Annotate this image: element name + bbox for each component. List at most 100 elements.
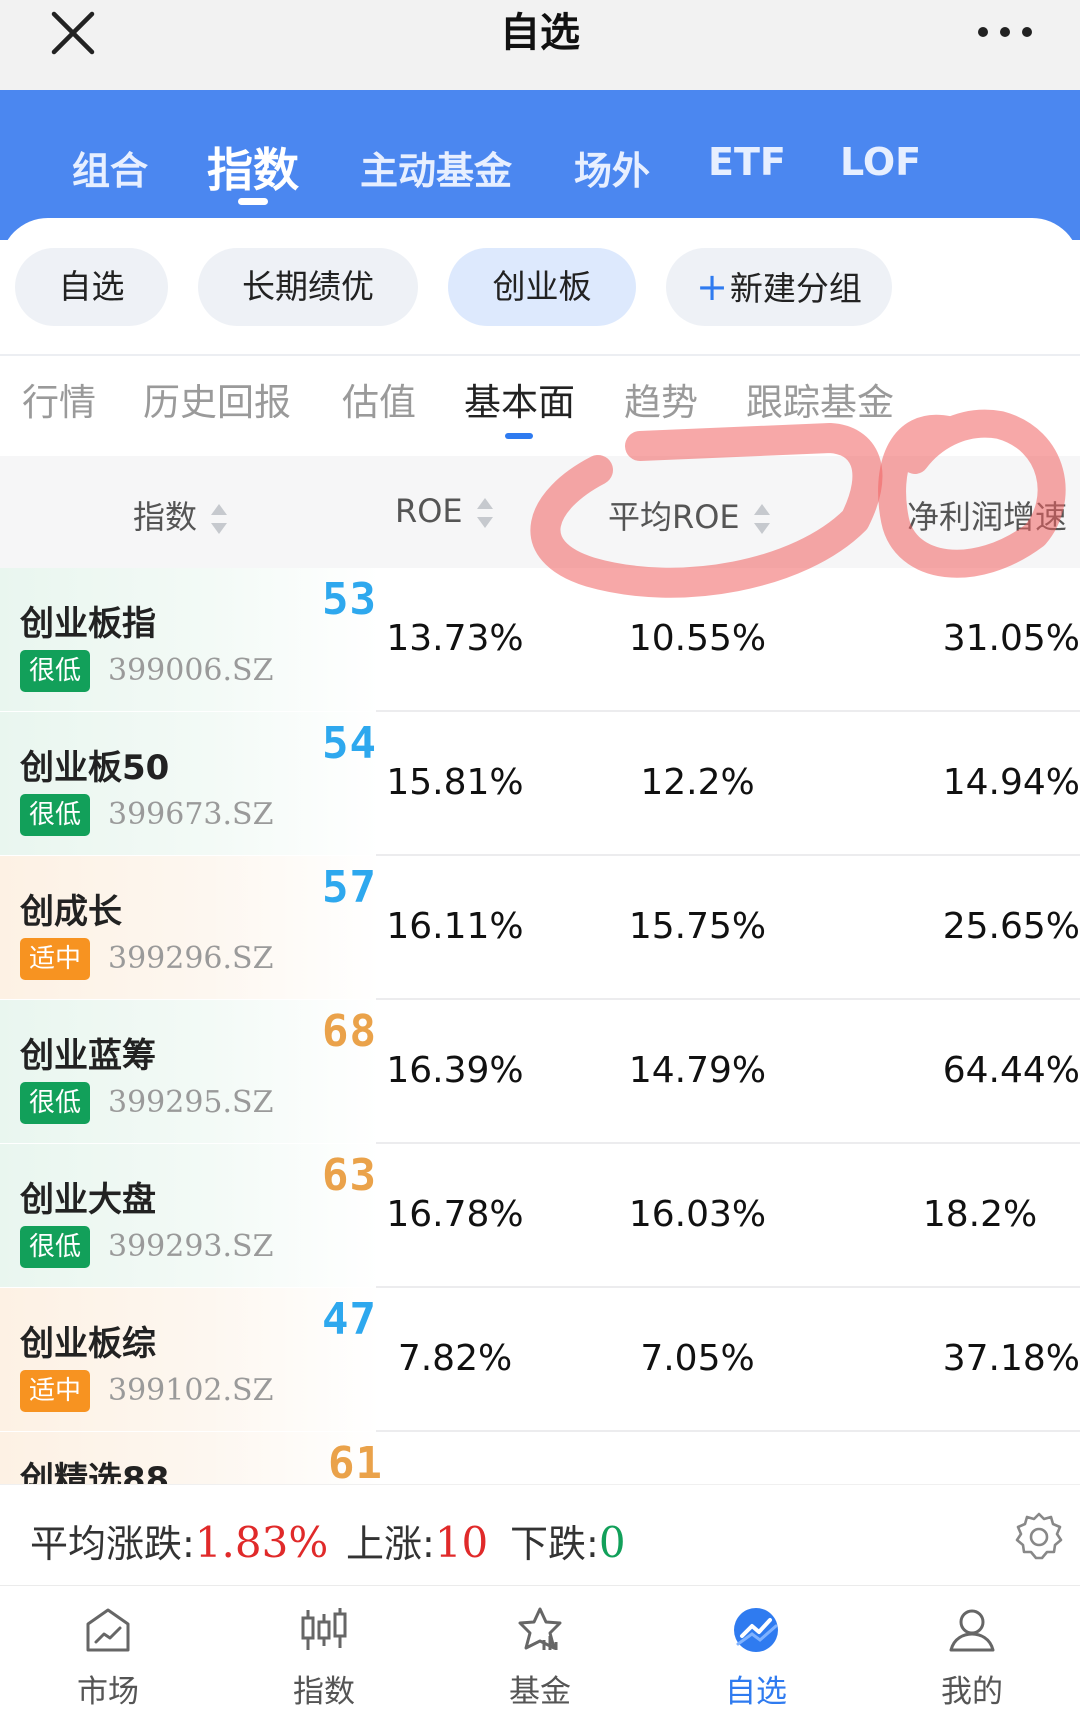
- tab-etf[interactable]: ETF: [708, 140, 786, 184]
- valuation-badge: 适中: [20, 938, 90, 980]
- nav-label: 自选: [725, 1674, 787, 1710]
- table-row[interactable]: 创业板综 适中 399102.SZ 47 7.82% 7.05% 37.18%: [0, 1288, 1080, 1432]
- roe-value: 16.11%: [386, 906, 524, 947]
- valuation-badge: 很低: [20, 650, 90, 692]
- subtab-valuation[interactable]: 估值: [342, 372, 416, 426]
- down-count-label: 下跌:: [510, 1522, 599, 1566]
- net-profit-growth-value: 14.94%: [942, 762, 1080, 803]
- down-count: 下跌:0: [510, 1513, 626, 1568]
- tab-index[interactable]: 指数: [207, 134, 299, 200]
- nav-index[interactable]: 指数: [216, 1586, 432, 1714]
- valuation-badge: 适中: [20, 1370, 90, 1412]
- score: 63: [322, 1150, 377, 1201]
- index-code: 399296.SZ: [108, 941, 274, 976]
- net-profit-growth-value: 31.05%: [942, 618, 1080, 659]
- group-chip-long-term[interactable]: 长期绩优: [198, 248, 418, 326]
- subtab-history-return[interactable]: 历史回报: [143, 372, 291, 426]
- net-profit-growth-value: 64.44%: [942, 1050, 1080, 1091]
- score: 57: [322, 862, 377, 913]
- net-profit-growth-value: 18.2%: [922, 1194, 1038, 1235]
- score: 68: [322, 1006, 377, 1057]
- nav-label: 我的: [941, 1674, 1003, 1710]
- avg-roe-value: 14.79%: [628, 1050, 767, 1091]
- nav-market[interactable]: 市场: [0, 1586, 216, 1714]
- net-profit-growth-value: 37.18%: [942, 1338, 1080, 1379]
- subtab-fundamentals[interactable]: 基本面: [464, 372, 575, 426]
- net-profit-growth-value: 25.65%: [942, 906, 1080, 947]
- index-code: 399293.SZ: [108, 1229, 274, 1264]
- score: 54: [322, 718, 377, 769]
- avg-roe-value: 7.05%: [640, 1338, 755, 1379]
- group-chip-chinext[interactable]: 创业板: [448, 248, 636, 326]
- column-header-roe[interactable]: ROE: [395, 492, 493, 530]
- index-name: 创业板综: [20, 1324, 156, 1364]
- content-card: 自选 长期绩优 创业板 +新建分组 行情 历史回报 估值 基本面 趋势 跟踪基金…: [0, 218, 1080, 1498]
- sort-icon: [753, 504, 770, 534]
- active-tab-indicator: [238, 198, 268, 205]
- roe-value: 15.81%: [386, 762, 524, 803]
- sort-icon: [476, 498, 493, 528]
- watchlist-icon: [734, 1608, 778, 1652]
- title-bar: 自选: [0, 0, 1080, 90]
- subtab-tracking-funds[interactable]: 跟踪基金: [746, 372, 894, 426]
- table-header: 指数 ROE 平均ROE 净利润增速: [0, 456, 1080, 568]
- group-chip-label: 创业板: [492, 267, 592, 306]
- nav-mine[interactable]: 我的: [864, 1586, 1080, 1714]
- market-icon: [86, 1608, 130, 1652]
- tab-active-fund[interactable]: 主动基金: [360, 140, 512, 195]
- roe-value: 7.82%: [397, 1338, 513, 1379]
- sort-icon: [211, 504, 228, 534]
- nav-fund[interactable]: 基金: [432, 1586, 648, 1714]
- nav-label: 市场: [77, 1674, 139, 1710]
- index-code: 399295.SZ: [108, 1085, 274, 1120]
- tab-lof[interactable]: LOF: [840, 140, 921, 184]
- avg-change-label: 平均涨跌:: [30, 1522, 195, 1566]
- index-name: 创业大盘: [20, 1180, 156, 1220]
- avg-roe-value: 10.55%: [628, 618, 767, 659]
- gear-icon[interactable]: [1014, 1511, 1064, 1561]
- table-row[interactable]: 创成长 适中 399296.SZ 57 16.11% 15.75% 25.65%: [0, 856, 1080, 1000]
- divider: [0, 354, 1080, 356]
- roe-value: 16.78%: [386, 1194, 524, 1235]
- index-code: 399673.SZ: [108, 797, 274, 832]
- table-row[interactable]: 创业大盘 很低 399293.SZ 63 16.78% 16.03% 18.2%: [0, 1144, 1080, 1288]
- up-count-value: 10: [434, 1518, 489, 1567]
- avg-roe-value: 15.75%: [628, 906, 767, 947]
- score: 61: [328, 1438, 383, 1484]
- index-code: 399006.SZ: [108, 653, 274, 688]
- table-row[interactable]: 创业蓝筹 很低 399295.SZ 68 16.39% 14.79% 64.44…: [0, 1000, 1080, 1144]
- tab-portfolio[interactable]: 组合: [72, 140, 148, 195]
- new-group-button[interactable]: +新建分组: [666, 248, 892, 326]
- table-row[interactable]: 创业板指 很低 399006.SZ 53 13.73% 10.55% 31.05…: [0, 568, 1080, 712]
- index-name: 创精选88: [20, 1460, 170, 1484]
- group-chip-label: 长期绩优: [242, 267, 374, 306]
- subtab-trend[interactable]: 趋势: [624, 372, 698, 426]
- group-chip-watchlist[interactable]: 自选: [15, 248, 168, 326]
- roe-value: 13.73%: [386, 618, 524, 659]
- tab-otc[interactable]: 场外: [574, 140, 650, 195]
- more-icon[interactable]: [975, 22, 1035, 42]
- table-row-partial[interactable]: 创精选88 61: [0, 1432, 1080, 1484]
- plus-icon: +: [696, 265, 728, 309]
- column-header-net-profit-growth[interactable]: 净利润增速: [907, 492, 1067, 538]
- index-name: 创成长: [20, 892, 122, 932]
- table-row[interactable]: 创业板50 很低 399673.SZ 54 15.81% 12.2% 14.94…: [0, 712, 1080, 856]
- avg-change: 平均涨跌:1.83%: [30, 1513, 328, 1568]
- nav-label: 指数: [293, 1674, 355, 1710]
- valuation-badge: 很低: [20, 1082, 90, 1124]
- avg-roe-value: 16.03%: [628, 1194, 767, 1235]
- column-header-avg-roe[interactable]: 平均ROE: [608, 492, 770, 538]
- score: 47: [322, 1294, 377, 1345]
- nav-label: 基金: [509, 1674, 571, 1710]
- up-count-label: 上涨:: [346, 1522, 435, 1566]
- score: 53: [322, 574, 377, 625]
- user-icon: [949, 1609, 995, 1652]
- subtab-quotes[interactable]: 行情: [22, 372, 96, 426]
- index-name: 创业蓝筹: [20, 1036, 156, 1076]
- active-subtab-indicator: [505, 433, 533, 439]
- column-header-index[interactable]: 指数: [133, 492, 228, 538]
- avg-change-value: 1.83%: [194, 1518, 329, 1567]
- group-chip-label: 自选: [58, 267, 125, 306]
- nav-watchlist[interactable]: 自选: [648, 1586, 864, 1714]
- roe-value: 16.39%: [386, 1050, 524, 1091]
